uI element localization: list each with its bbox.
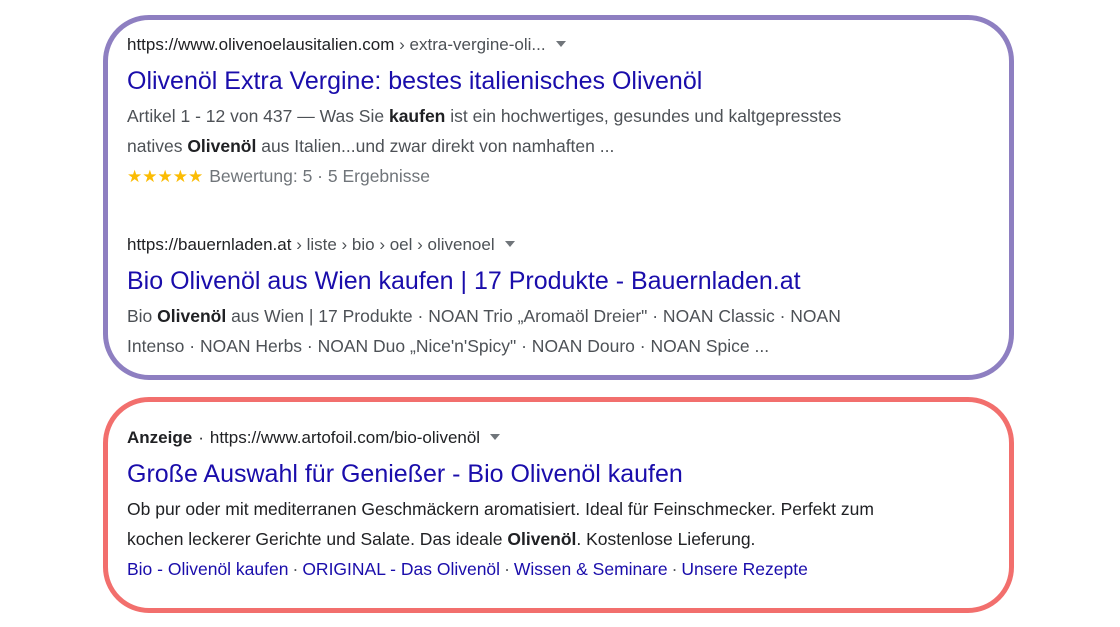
ad-sitelinks: Bio - Olivenöl kaufen · ORIGINAL - Das Oli…: [127, 554, 1010, 584]
url-path: › liste › bio › oel › olivenoel: [291, 235, 495, 254]
star-rating-icon: ★★★★★: [127, 167, 204, 186]
result-snippet: Artikel 1 - 12 von 437 — Was Sie kaufen …: [127, 106, 842, 156]
url-path: › extra-vergine-oli...: [394, 35, 546, 54]
rating-row: ★★★★★ Bewertung: 5 · 5 Ergebnisse: [127, 161, 1010, 192]
sitelink-wissen-seminare[interactable]: Wissen & Seminare: [514, 559, 668, 579]
sitelink-bio-olivenoel[interactable]: Bio - Olivenöl kaufen: [127, 559, 288, 579]
url-domain: https://www.olivenoelausitalien.com: [127, 35, 395, 54]
sitelink-original[interactable]: ORIGINAL - Das Olivenöl: [302, 559, 500, 579]
separator-dot: ·: [198, 428, 204, 447]
ad-snippet: Ob pur oder mit mediterranen Geschmäcker…: [127, 499, 874, 549]
separator-dot: ·: [504, 559, 510, 579]
sitelink-rezepte[interactable]: Unsere Rezepte: [681, 559, 807, 579]
ad-title-link[interactable]: Große Auswahl für Genießer - Bio Olivenö…: [127, 459, 1010, 489]
search-result: https://www.olivenoelausitalien.com › ex…: [127, 35, 1010, 192]
result-url[interactable]: https://www.olivenoelausitalien.com › ex…: [127, 35, 1010, 55]
rating-text: Bewertung: 5 · 5 Ergebnisse: [209, 166, 431, 186]
url-domain: https://bauernladen.at: [127, 235, 292, 254]
chevron-down-icon[interactable]: [490, 433, 501, 440]
chevron-down-icon[interactable]: [504, 240, 515, 247]
url-domain: https://www.artofoil.com/bio-olivenöl: [209, 428, 481, 447]
result-url[interactable]: https://bauernladen.at › liste › bio › o…: [127, 235, 1010, 255]
result-snippet: Bio Olivenöl aus Wien | 17 Produkte · NO…: [127, 306, 841, 356]
ad-url[interactable]: Anzeige · https://www.artofoil.com/bio-oli…: [127, 428, 1010, 448]
chevron-down-icon[interactable]: [555, 40, 566, 47]
result-title-link[interactable]: Olivenöl Extra Vergine: bestes italienis…: [127, 66, 1010, 96]
search-result: https://bauernladen.at › liste › bio › o…: [127, 235, 1010, 361]
separator-dot: ·: [292, 559, 299, 579]
separator-dot: ·: [671, 559, 678, 579]
ad-label: Anzeige: [127, 428, 193, 447]
ad-result: Anzeige · https://www.artofoil.com/bio-oli…: [127, 428, 1010, 584]
result-title-link[interactable]: Bio Olivenöl aus Wien kaufen | 17 Produk…: [127, 266, 1010, 296]
